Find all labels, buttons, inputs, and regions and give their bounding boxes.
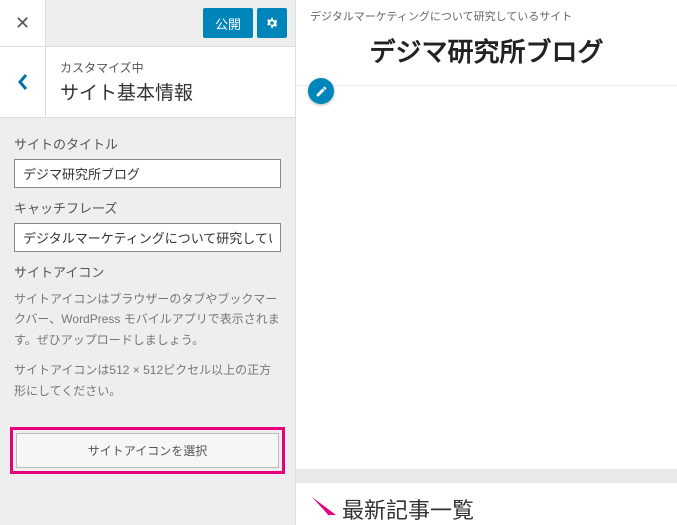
site-title-label: サイトのタイトル [14, 134, 281, 153]
select-icon-highlight: サイトアイコンを選択 [10, 427, 285, 474]
edit-shortcut-button[interactable] [308, 78, 334, 104]
select-site-icon-button[interactable]: サイトアイコンを選択 [16, 433, 279, 468]
site-icon-desc2: サイトアイコンは512 × 512ピクセル以上の正方形にしてください。 [14, 360, 281, 401]
tagline-label: キャッチフレーズ [14, 198, 281, 217]
settings-button[interactable] [257, 8, 287, 38]
site-preview: デジタルマーケティングについて研究しているサイト デジマ研究所ブログ [296, 0, 677, 525]
site-icon-desc1: サイトアイコンはブラウザーのタブやブックマークバー、WordPress モバイル… [14, 289, 281, 350]
panel-header: カスタマイズ中 サイト基本情報 [0, 47, 295, 118]
pencil-icon [315, 85, 328, 98]
panel-body: サイトのタイトル キャッチフレーズ サイトアイコン サイトアイコンはブラウザーの… [0, 118, 295, 413]
latest-posts-section: 最新記事一覧 [296, 469, 677, 525]
publish-button[interactable]: 公開 [203, 8, 253, 38]
close-icon: ✕ [15, 13, 30, 34]
chevron-left-icon [17, 73, 29, 91]
preview-site-title: デジマ研究所ブログ [296, 26, 677, 85]
site-icon-label: サイトアイコン [14, 262, 281, 281]
customizer-topbar: ✕ 公開 [0, 0, 295, 47]
site-title-input[interactable] [14, 159, 281, 188]
tagline-input[interactable] [14, 223, 281, 252]
preview-site-desc: デジタルマーケティングについて研究しているサイト [296, 0, 677, 26]
annotation-arrow-icon [310, 495, 338, 519]
panel-subtitle: カスタマイズ中 [60, 59, 193, 76]
latest-posts-heading: 最新記事一覧 [342, 493, 474, 525]
panel-title: サイト基本情報 [60, 78, 193, 105]
publish-label: 公開 [215, 14, 241, 33]
close-button[interactable]: ✕ [0, 0, 46, 46]
gear-icon [265, 16, 279, 30]
back-button[interactable] [0, 47, 46, 117]
customizer-sidebar: ✕ 公開 カスタマイズ中 サイト基本情報 サイトのタイトル キャッチフレーズ サ… [0, 0, 296, 525]
